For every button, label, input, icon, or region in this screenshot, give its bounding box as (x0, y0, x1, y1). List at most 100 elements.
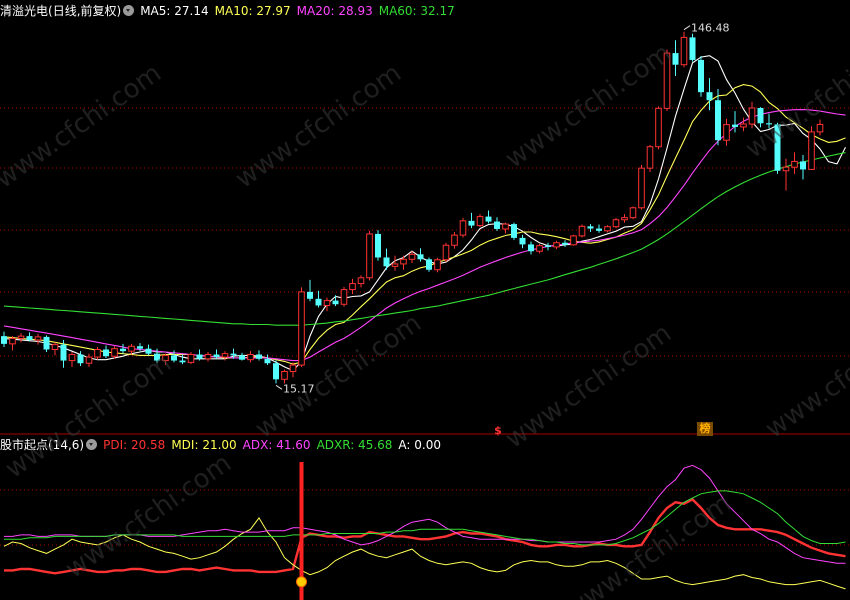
candle-body (570, 235, 577, 246)
candle-body (698, 59, 704, 93)
candle-body (34, 336, 42, 341)
candle-body (171, 355, 177, 361)
candle-body (298, 291, 305, 366)
candle-body (315, 298, 322, 306)
ma-legend-item-0: MA5: 27.14 (140, 4, 209, 18)
candle-body (85, 356, 93, 364)
candle-body (562, 242, 568, 245)
candle-body (9, 337, 16, 345)
candle-body (196, 354, 203, 359)
indicator-legend-item-2: ADX: 41.60 (242, 438, 311, 452)
candle-body (94, 349, 101, 358)
candle-body (400, 258, 407, 265)
stock-chart-window: 146.48 15.17 清溢光电(日线,前复权) MA5: 27.14 MA10: … (0, 0, 850, 600)
candle-body (485, 216, 492, 222)
candle-body (239, 355, 245, 360)
candle-body (442, 244, 450, 261)
candle-body (511, 224, 517, 238)
ma-legend: MA5: 27.14 MA10: 27.97 MA20: 28.93 MA60: 32… (140, 4, 461, 18)
candle-body (408, 253, 416, 260)
candle-body (307, 291, 313, 299)
candle-body (349, 283, 356, 291)
candle-body (621, 217, 628, 221)
candle-body (256, 354, 262, 359)
ma-line-ma20 (3, 109, 846, 362)
candle-body (578, 225, 586, 237)
high-label: 146.48 (691, 22, 730, 35)
candle-body (791, 160, 798, 168)
candle-body (638, 167, 645, 209)
candle-body (204, 354, 212, 360)
candle-body (757, 107, 764, 124)
candle-body (103, 349, 109, 357)
high-pointer (683, 25, 691, 31)
candle-body (289, 364, 297, 373)
candle-body (60, 344, 67, 361)
candle-body (476, 216, 484, 227)
candle-body (357, 277, 365, 285)
candle-body (596, 228, 602, 231)
candle-body (494, 221, 500, 229)
candle-body (451, 234, 458, 246)
low-pointer (275, 384, 283, 390)
candle-body (375, 233, 381, 258)
candle-body (680, 36, 688, 66)
candle-body (264, 358, 271, 364)
period-note: (日线,前复权) (48, 4, 122, 18)
candle-body (213, 354, 220, 358)
candle-body (545, 245, 551, 247)
chevron-down-icon[interactable] (123, 5, 135, 16)
candle-body (715, 100, 721, 141)
candle-body (612, 219, 620, 228)
indicator-legend-item-0: PDI: 20.58 (103, 438, 166, 452)
candle-body (519, 237, 526, 245)
candle-body (391, 263, 399, 267)
candle-body (434, 259, 441, 271)
ma-legend-item-2: MA20: 28.93 (296, 4, 373, 18)
candle-body (179, 360, 186, 363)
candle-body (468, 220, 475, 226)
candle-body (782, 166, 790, 172)
candle-body (629, 207, 637, 219)
chevron-down-icon[interactable] (86, 439, 98, 450)
candle-body (723, 124, 730, 141)
indicator-legend: PDI: 20.58 MDI: 21.00 ADX: 41.60 ADXR: 45.6… (103, 438, 447, 452)
candle-body (816, 123, 824, 133)
candle-body (1, 336, 7, 344)
candle-body (137, 346, 143, 349)
candle-body (740, 123, 747, 128)
candle-body (732, 124, 738, 127)
candle-body (689, 37, 696, 60)
candle-body (281, 371, 288, 380)
ma-line-ma60 (3, 152, 846, 326)
candle-body (655, 107, 662, 148)
candle-body (221, 353, 229, 358)
candle-body (366, 233, 373, 279)
candle-body (68, 354, 76, 362)
candle-body (128, 345, 135, 352)
candle-body (528, 244, 534, 252)
candle-body (604, 226, 611, 232)
signal-marker (296, 576, 307, 588)
indicator-legend-item-4: A: 0.00 (398, 438, 441, 452)
candle-body (332, 300, 339, 305)
ranking-badge[interactable]: 榜 (697, 422, 713, 436)
candle-body (51, 344, 59, 351)
candle-body (646, 146, 654, 169)
indicator-legend-item-1: MDI: 21.00 (171, 438, 237, 452)
candle-body (120, 348, 126, 352)
candle-body (247, 354, 254, 361)
candle-body (748, 107, 756, 125)
candle-body (43, 336, 50, 350)
main-chart-header: 清溢光电(日线,前复权) MA5: 27.14 MA10: 27.97 MA20: 2… (0, 2, 467, 20)
candle-body (808, 131, 815, 170)
candle-body (273, 363, 279, 380)
ma-legend-item-1: MA10: 27.97 (214, 4, 291, 18)
stock-name: 清溢光电 (0, 4, 49, 18)
candle-body (26, 336, 33, 340)
candle-body (426, 259, 432, 270)
candle-body (323, 300, 331, 306)
candle-body (383, 257, 390, 267)
candle-body (417, 254, 424, 260)
candle-body (187, 354, 195, 363)
